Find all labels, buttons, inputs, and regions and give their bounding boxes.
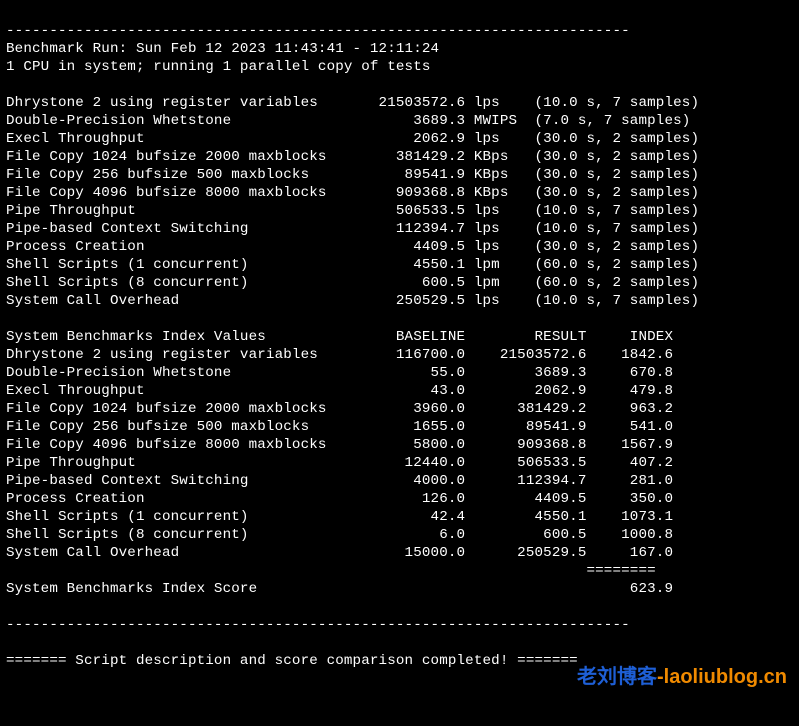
index-rule: ======== <box>6 563 656 579</box>
divider-bottom: ----------------------------------------… <box>6 617 630 633</box>
index-score-line: System Benchmarks Index Score 623.9 <box>6 581 673 597</box>
run-header-line: Benchmark Run: Sun Feb 12 2023 11:43:41 … <box>6 41 439 57</box>
divider-top: ----------------------------------------… <box>6 23 630 39</box>
index-header-row: System Benchmarks Index Values BASELINE … <box>6 329 673 345</box>
index-table-block: Dhrystone 2 using register variables 116… <box>6 347 673 561</box>
terminal-output: ----------------------------------------… <box>0 0 799 674</box>
cpu-header-line: 1 CPU in system; running 1 parallel copy… <box>6 59 431 75</box>
footer-line: ======= Script description and score com… <box>6 653 578 669</box>
raw-results-block: Dhrystone 2 using register variables 215… <box>6 95 699 309</box>
